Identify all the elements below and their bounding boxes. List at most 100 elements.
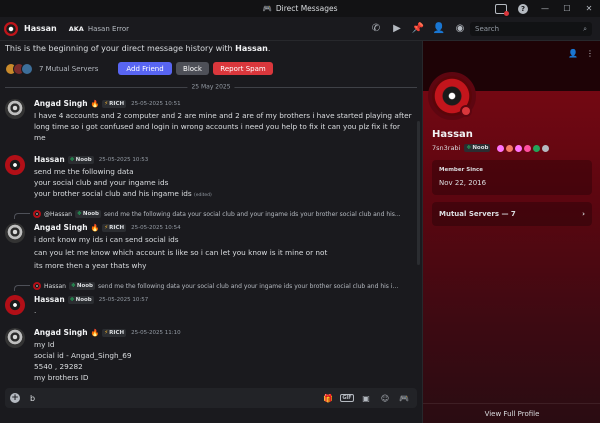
- intro-suffix: .: [267, 44, 271, 53]
- view-full-profile-link[interactable]: View Full Profile: [423, 403, 600, 423]
- message-author[interactable]: Hassan ❖ Noob 25-05-2025 10:53: [34, 155, 148, 164]
- add-friends-to-dm-icon[interactable]: 👤: [433, 23, 445, 35]
- avatar[interactable]: [5, 155, 25, 175]
- apps-icon[interactable]: 🎮: [399, 393, 409, 403]
- profile-display-name: Hassan: [432, 129, 473, 140]
- mutual-server-avatars[interactable]: [5, 63, 33, 75]
- maximize-button[interactable]: ☐: [556, 0, 578, 17]
- pin-icon[interactable]: 📌: [412, 23, 424, 35]
- voice-call-icon[interactable]: ✆: [370, 23, 382, 35]
- timestamp: 25-05-2025 10:51: [131, 100, 181, 107]
- guild-tag-label: Noob: [75, 156, 92, 163]
- profile-handle: 7sn3rabi: [432, 144, 461, 152]
- author-name: Angad Singh: [34, 328, 88, 337]
- message-line: your brother social club and his ingame …: [34, 189, 212, 198]
- timestamp: 25-05-2025 10:54: [131, 224, 181, 231]
- dm-intro: This is the beginning of your direct mes…: [5, 44, 270, 53]
- reply-guild-tag-label: Noob: [82, 211, 99, 217]
- search-input[interactable]: Search ⌕: [470, 22, 592, 36]
- inbox-button[interactable]: [490, 0, 512, 17]
- add-friend-button[interactable]: Add Friend: [118, 62, 172, 75]
- message-line: my Id: [34, 340, 55, 349]
- guild-tag-label: RICH: [109, 224, 125, 231]
- active-developer-badge-icon[interactable]: [533, 144, 541, 152]
- sticker-icon[interactable]: ▣: [361, 393, 371, 403]
- flame-icon: 🔥: [90, 328, 100, 337]
- avatar[interactable]: [5, 328, 25, 348]
- member-since-label: Member Since: [439, 167, 483, 173]
- video-call-icon[interactable]: ▶: [391, 23, 403, 35]
- message-composer[interactable]: + b 🎁 GIF ▣ ☺ 🎮: [5, 388, 417, 408]
- author-name: Hassan: [34, 155, 65, 164]
- nitro-badge-icon[interactable]: [497, 144, 505, 152]
- guild-tag[interactable]: ⚡ RICH: [102, 223, 127, 232]
- intro-name: Hassan: [235, 44, 268, 53]
- boost-badge-icon[interactable]: [515, 144, 523, 152]
- maximize-icon: ☐: [563, 4, 571, 13]
- guild-tag[interactable]: ❖ Noob: [67, 155, 94, 164]
- gif-icon[interactable]: GIF: [340, 393, 354, 403]
- header-username[interactable]: Hassan: [24, 24, 57, 33]
- message-line: .: [34, 306, 37, 315]
- message-line: can you let me know which account is lik…: [34, 248, 328, 257]
- composer-input[interactable]: b: [30, 394, 35, 403]
- profile-guild-tag[interactable]: ❖ Noob: [464, 144, 491, 152]
- tag-icon: ⚡: [104, 329, 109, 336]
- chat-scrollbar[interactable]: [417, 121, 420, 265]
- message-line-text: your brother social club and his ingame …: [34, 189, 192, 198]
- flame-icon: 🔥: [90, 223, 100, 232]
- close-icon: ✕: [585, 4, 593, 13]
- report-spam-button[interactable]: Report Spam: [213, 62, 273, 75]
- timestamp: 25-05-2025 10:57: [98, 296, 149, 303]
- add-friend-icon[interactable]: 👤: [568, 49, 578, 58]
- message-author[interactable]: Angad Singh 🔥 ⚡ RICH 25-05-2025 11:10: [34, 328, 181, 337]
- orb-badge-icon[interactable]: [542, 144, 550, 152]
- gift-icon[interactable]: 🎁: [323, 393, 333, 403]
- avatar[interactable]: [5, 295, 25, 315]
- member-since-value: Nov 22, 2016: [439, 179, 487, 187]
- reply-preview[interactable]: @Hassan ❖ Noob send me the following data…: [14, 209, 401, 219]
- guild-tag-label: RICH: [109, 329, 125, 336]
- flame-icon: 🔥: [90, 99, 100, 108]
- message-line: its more then a year thats why: [34, 261, 147, 270]
- hypesquad-badge-icon[interactable]: [506, 144, 514, 152]
- avatar[interactable]: [5, 99, 25, 119]
- mutual-servers-row[interactable]: Mutual Servers — 7 ›: [432, 202, 592, 226]
- message-line: 5540 , 29282: [34, 362, 83, 371]
- leaf-icon: ❖: [466, 145, 472, 151]
- reply-preview[interactable]: Hassan ❖ Noob send me the following data …: [14, 281, 398, 291]
- quest-badge-icon[interactable]: [524, 144, 532, 152]
- guild-tag[interactable]: ⚡ RICH: [102, 99, 127, 108]
- guild-tag[interactable]: ⚡ RICH: [102, 328, 127, 337]
- window-title-text: Direct Messages: [275, 4, 338, 13]
- message-author[interactable]: Hassan ❖ Noob 25-05-2025 10:57: [34, 295, 148, 304]
- message-author[interactable]: Angad Singh 🔥 ⚡ RICH 25-05-2025 10:54: [34, 223, 181, 232]
- guild-tag[interactable]: ❖ Noob: [67, 295, 94, 304]
- leaf-icon: ❖: [76, 211, 82, 217]
- minimize-button[interactable]: —: [534, 0, 556, 17]
- mutual-servers-count[interactable]: 7 Mutual Servers: [39, 65, 98, 73]
- search-placeholder: Search: [475, 25, 500, 33]
- block-button[interactable]: Block: [176, 62, 209, 75]
- help-button[interactable]: ?: [512, 0, 534, 17]
- header-avatar[interactable]: [4, 21, 18, 36]
- message-line: send me the following data: [34, 167, 134, 176]
- window-title: 🎮 Direct Messages: [263, 4, 338, 13]
- search-icon: ⌕: [583, 24, 587, 33]
- more-options-icon[interactable]: ⋮: [586, 49, 594, 58]
- mutual-server-avatar: [21, 63, 33, 75]
- leaf-icon: ❖: [70, 283, 76, 289]
- message-line: me: [34, 133, 46, 142]
- avatar[interactable]: [5, 223, 25, 243]
- message-author[interactable]: Angad Singh 🔥 ⚡ RICH 25-05-2025 10:51: [34, 99, 181, 108]
- dm-header: Hassan AKA Hasan Error ✆ ▶ 📌 👤 ◉ Search …: [0, 17, 600, 41]
- upload-plus-icon[interactable]: +: [10, 393, 20, 403]
- guild-tag-label: Noob: [75, 296, 92, 303]
- user-profile-icon[interactable]: ◉: [454, 23, 466, 35]
- close-button[interactable]: ✕: [578, 0, 600, 17]
- mutual-row: 7 Mutual Servers Add Friend Block Report…: [5, 62, 273, 76]
- reply-author: @Hassan: [44, 210, 72, 218]
- aka-value: Hasan Error: [87, 24, 130, 33]
- emoji-icon[interactable]: ☺: [380, 393, 390, 403]
- leaf-icon: ❖: [69, 156, 75, 163]
